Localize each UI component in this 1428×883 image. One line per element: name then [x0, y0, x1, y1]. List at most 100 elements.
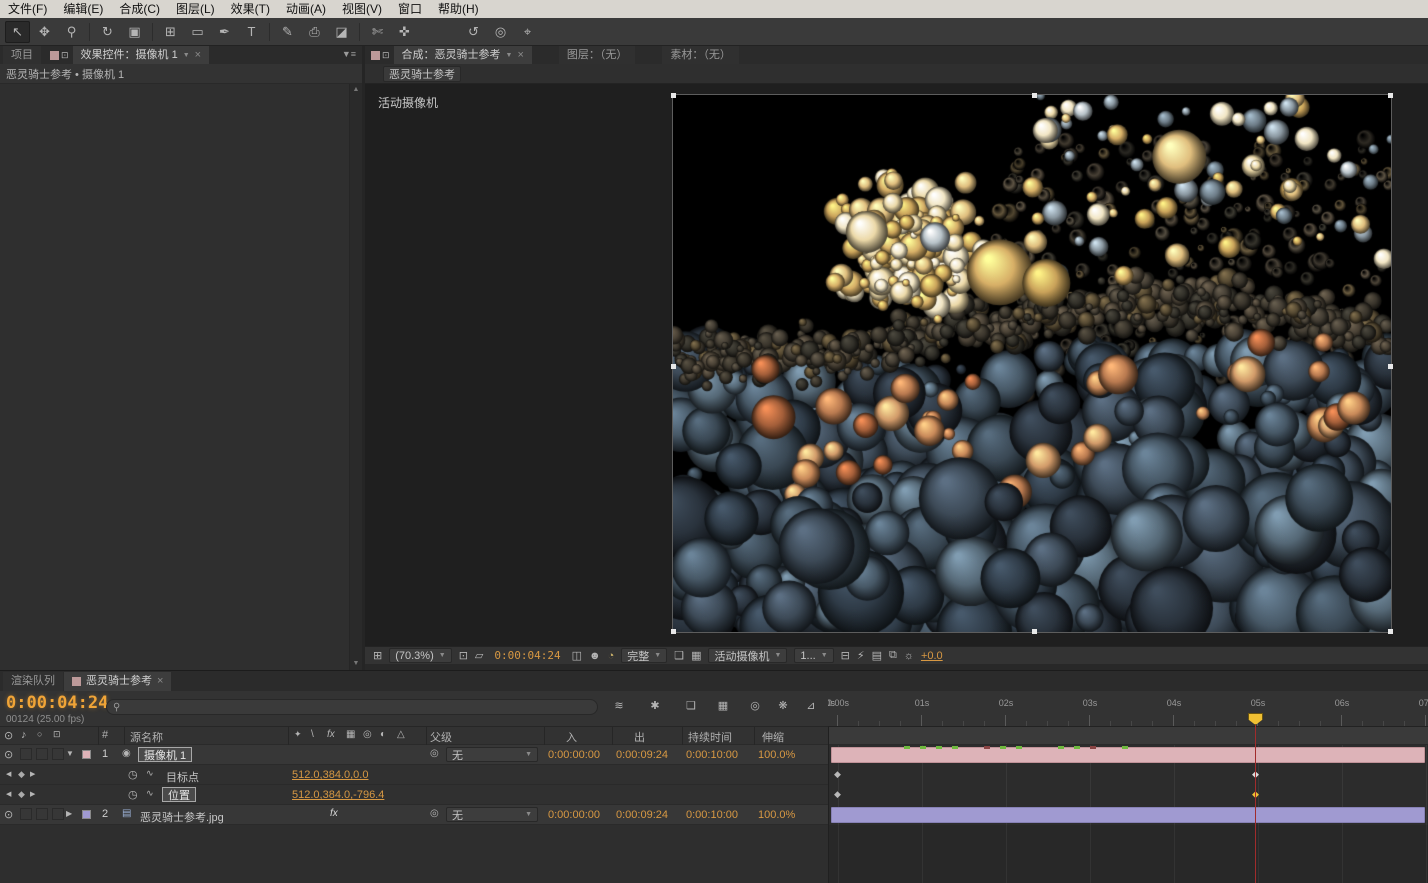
- selection-tool[interactable]: ↖: [5, 21, 30, 43]
- duration-value[interactable]: 0:00:10:00: [686, 749, 738, 761]
- flowchart-icon[interactable]: ⧉: [889, 649, 897, 662]
- out-value[interactable]: 0:00:09:24: [616, 809, 668, 821]
- layer-row-image[interactable]: ⊙ ▶ 2 ▤ 恶灵骑士参考.jpg fx ◎ 无▼ 0:00:00:00 0:…: [0, 805, 828, 825]
- layer-color-swatch[interactable]: [82, 750, 91, 759]
- tab-layer[interactable]: 图层：（无）: [559, 46, 636, 64]
- view-axis-mode[interactable]: ⌖: [515, 21, 540, 43]
- frame-blend-icon[interactable]: ▦: [712, 699, 734, 712]
- magnification-select[interactable]: (70.3%)▼: [389, 648, 451, 663]
- graph-editor-icon[interactable]: ⊿: [800, 699, 822, 712]
- composition-viewport[interactable]: [672, 94, 1392, 633]
- brainstorm-icon[interactable]: ❋: [772, 699, 794, 712]
- parent-select[interactable]: 无▼: [446, 807, 538, 822]
- add-keyframe-icon[interactable]: ◆: [18, 770, 25, 779]
- solo-cell[interactable]: [36, 808, 48, 820]
- camera-view-select[interactable]: 活动摄像机▼: [708, 648, 787, 663]
- search-input[interactable]: [124, 701, 591, 713]
- property-value[interactable]: 512.0,384.0,-796.4: [292, 789, 384, 801]
- prev-keyframe-icon[interactable]: ◀: [6, 790, 11, 798]
- world-axis-mode[interactable]: ◎: [488, 21, 513, 43]
- eye-icon[interactable]: ⊙: [4, 808, 13, 821]
- next-keyframe-icon[interactable]: ▶: [30, 790, 35, 798]
- menu-help[interactable]: 帮助(H): [430, 0, 487, 18]
- layer-handle[interactable]: [1032, 629, 1037, 634]
- close-icon[interactable]: ×: [157, 673, 163, 690]
- in-value[interactable]: 0:00:00:00: [548, 749, 600, 761]
- preview-timecode[interactable]: 0:00:04:24: [494, 649, 560, 662]
- pick-whip-icon[interactable]: ◎: [430, 748, 439, 759]
- menu-effect[interactable]: 效果(T): [223, 0, 278, 18]
- view-layout-select[interactable]: 1...▼: [794, 648, 833, 663]
- exposure-icon[interactable]: ☼: [904, 650, 914, 662]
- tab-composition[interactable]: 合成：恶灵骑士参考 ▼ ×: [394, 46, 532, 64]
- close-icon[interactable]: ×: [517, 47, 523, 64]
- local-axis-mode[interactable]: ↺: [461, 21, 486, 43]
- lock-cell[interactable]: [52, 748, 64, 760]
- stretch-value[interactable]: 100.0%: [758, 749, 795, 761]
- audio-cell[interactable]: [20, 748, 32, 760]
- menu-edit[interactable]: 编辑(E): [55, 0, 111, 18]
- resolution-select[interactable]: 完整▼: [621, 648, 667, 663]
- work-area-bar[interactable]: [829, 727, 1428, 745]
- scroll-up-icon[interactable]: ▲: [350, 84, 362, 96]
- exposure-value[interactable]: +0.0: [921, 650, 943, 662]
- pen-tool[interactable]: ✒: [212, 21, 237, 43]
- layer-handle[interactable]: [1388, 93, 1393, 98]
- out-value[interactable]: 0:00:09:24: [616, 749, 668, 761]
- layer-handle[interactable]: [671, 364, 676, 369]
- menu-composition[interactable]: 合成(C): [111, 0, 168, 18]
- current-timecode[interactable]: 0:00:04:24: [6, 693, 108, 713]
- hand-tool[interactable]: ✥: [32, 21, 57, 43]
- duration-value[interactable]: 0:00:10:00: [686, 809, 738, 821]
- col-out[interactable]: 出: [634, 729, 645, 745]
- menu-window[interactable]: 窗口: [390, 0, 430, 18]
- clone-stamp-tool[interactable]: ⎙: [302, 21, 327, 43]
- prev-keyframe-icon[interactable]: ◀: [6, 770, 11, 778]
- in-value[interactable]: 0:00:00:00: [548, 809, 600, 821]
- track-area[interactable]: ◆ ◆ ◆ ◆: [828, 727, 1428, 883]
- eye-icon[interactable]: ⊙: [4, 748, 13, 761]
- col-duration[interactable]: 持续时间: [688, 729, 732, 745]
- lock-cell[interactable]: [52, 808, 64, 820]
- layer-handle[interactable]: [671, 629, 676, 634]
- unified-camera-tool[interactable]: ▣: [122, 21, 147, 43]
- layer-handle[interactable]: [1388, 629, 1393, 634]
- layer-handle[interactable]: [1032, 93, 1037, 98]
- layer-handle[interactable]: [1388, 364, 1393, 369]
- roi-icon[interactable]: ❑: [674, 649, 684, 662]
- stretch-value[interactable]: 100.0%: [758, 809, 795, 821]
- timeline-button-icon[interactable]: ▤: [872, 649, 882, 662]
- audio-cell[interactable]: [20, 808, 32, 820]
- safe-margins-icon[interactable]: ⊡: [459, 649, 468, 662]
- layer-handle[interactable]: [671, 93, 676, 98]
- menu-layer[interactable]: 图层(L): [168, 0, 223, 18]
- layer-color-swatch[interactable]: [82, 810, 91, 819]
- property-name[interactable]: 目标点: [166, 769, 199, 785]
- viewport-canvas[interactable]: [673, 95, 1391, 632]
- channels-icon[interactable]: ◔: [608, 650, 615, 662]
- mask-visibility-icon[interactable]: ▱: [475, 649, 483, 662]
- col-in[interactable]: 入: [566, 729, 577, 745]
- pick-whip-icon[interactable]: ◎: [430, 808, 439, 819]
- zoom-tool[interactable]: ⚲: [59, 21, 84, 43]
- stopwatch-icon[interactable]: ◷: [128, 768, 138, 781]
- mask-shape-tool[interactable]: ▭: [185, 21, 210, 43]
- image-track-bar[interactable]: [831, 807, 1425, 823]
- parent-select[interactable]: 无▼: [446, 747, 538, 762]
- time-ruler[interactable]: 0:00s: [828, 691, 1428, 727]
- type-tool[interactable]: T: [239, 21, 264, 43]
- timeline-search[interactable]: ⚲: [106, 699, 598, 715]
- add-keyframe-icon[interactable]: ◆: [18, 790, 25, 799]
- property-name[interactable]: 位置: [162, 787, 196, 802]
- solo-column-icon[interactable]: ○: [37, 729, 42, 739]
- eye-column-icon[interactable]: ⊙: [4, 729, 13, 742]
- lock-column-icon[interactable]: ⊡: [53, 729, 61, 740]
- twirl-closed-icon[interactable]: ▶: [66, 809, 72, 818]
- solo-cell[interactable]: [36, 748, 48, 760]
- menu-file[interactable]: 文件(F): [0, 0, 55, 18]
- layer-row-camera[interactable]: ⊙ ▼ 1 ◉ 摄像机 1 ◎ 无▼ 0:00:00:00 0:00:09:24…: [0, 745, 828, 765]
- camera-track-bar[interactable]: [831, 747, 1425, 763]
- col-stretch[interactable]: 伸缩: [762, 729, 784, 745]
- twirl-open-icon[interactable]: ▼: [66, 749, 74, 758]
- mini-flowchart-icon[interactable]: ≋: [608, 699, 630, 712]
